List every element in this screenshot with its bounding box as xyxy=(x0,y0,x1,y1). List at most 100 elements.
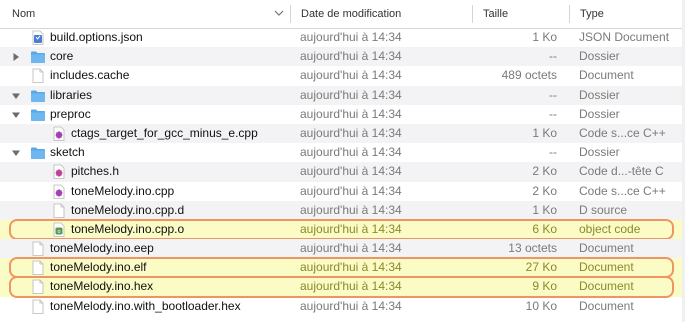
file-type: Document xyxy=(579,260,634,275)
file-date: aujourd'hui à 14:34 xyxy=(300,260,402,275)
file-size: -- xyxy=(549,49,557,64)
column-divider[interactable] xyxy=(290,5,291,23)
file-date: aujourd'hui à 14:34 xyxy=(300,145,402,160)
file-date: aujourd'hui à 14:34 xyxy=(300,30,402,44)
document-icon xyxy=(32,260,44,276)
file-type: Code s...ce C++ xyxy=(579,125,666,140)
file-type: Document xyxy=(579,68,634,83)
document-icon xyxy=(32,299,44,314)
disclosure-expanded-icon[interactable] xyxy=(11,91,21,101)
column-divider[interactable] xyxy=(569,5,570,23)
file-name: sketch xyxy=(50,145,85,160)
file-name: toneMelody.ino.hex xyxy=(50,279,154,294)
file-name: libraries xyxy=(50,87,93,102)
file-date: aujourd'hui à 14:34 xyxy=(300,164,402,179)
json-file-icon xyxy=(32,30,44,45)
file-date: aujourd'hui à 14:34 xyxy=(300,125,402,140)
file-row[interactable]: o toneMelody.ino.cpp.o aujourd'hui à 14:34… xyxy=(0,218,685,241)
file-size: 2 Ko xyxy=(532,183,557,198)
file-name: ctags_target_for_gcc_minus_e.cpp xyxy=(71,125,258,140)
file-row[interactable]: build.options.json aujourd'hui à 14:34 1 K… xyxy=(0,28,685,47)
file-date: aujourd'hui à 14:34 xyxy=(300,241,402,256)
file-type: Dossier xyxy=(579,106,620,121)
file-size: 1 Ko xyxy=(532,202,557,217)
file-row[interactable]: toneMelody.ino.cpp aujourd'hui à 14:34 2 K… xyxy=(0,182,685,201)
column-header-date[interactable]: Date de modification xyxy=(301,0,401,28)
file-size: -- xyxy=(549,145,557,160)
file-type: Dossier xyxy=(579,49,620,64)
file-date: aujourd'hui à 14:34 xyxy=(300,221,402,236)
disclosure-collapsed-icon[interactable] xyxy=(11,52,21,62)
file-type: D source xyxy=(579,202,628,217)
file-type: Dossier xyxy=(579,87,620,102)
file-name: toneMelody.ino.cpp xyxy=(71,183,175,198)
file-row[interactable]: toneMelody.ino.with_bootloader.hex aujour… xyxy=(0,297,685,316)
column-header-name[interactable]: Nom xyxy=(12,0,35,28)
file-size: 1 Ko xyxy=(532,125,557,140)
file-type: Document xyxy=(579,241,634,256)
file-type: JSON Document xyxy=(579,30,670,44)
object-file-icon: o xyxy=(53,222,65,237)
file-row[interactable]: toneMelody.ino.cpp.d aujourd'hui à 14:34 1… xyxy=(0,200,685,220)
file-name: pitches.h xyxy=(71,164,120,179)
file-type: Code s...ce C++ xyxy=(579,183,666,198)
file-row[interactable]: toneMelody.ino.elf aujourd'hui à 14:34 27 … xyxy=(0,257,685,279)
document-icon xyxy=(53,203,65,218)
file-size: 1 Ko xyxy=(532,30,557,44)
file-size: 489 octets xyxy=(501,68,557,83)
file-row[interactable]: core aujourd'hui à 14:34 -- Dossier xyxy=(0,47,685,67)
disclosure-expanded-icon[interactable] xyxy=(11,110,21,120)
folder-icon xyxy=(31,90,45,102)
file-size: 9 Ko xyxy=(532,279,557,294)
header-file-icon xyxy=(53,164,65,180)
file-row[interactable]: preproc aujourd'hui à 14:34 -- Dossier xyxy=(0,105,685,124)
disclosure-expanded-icon[interactable] xyxy=(11,148,21,158)
file-size: 2 Ko xyxy=(532,164,557,179)
file-list: build.options.json aujourd'hui à 14:34 1 K… xyxy=(0,28,685,316)
column-divider[interactable] xyxy=(472,5,473,23)
file-name: core xyxy=(50,49,74,64)
file-type: Document xyxy=(579,298,634,313)
sort-ascending-icon[interactable] xyxy=(274,8,284,18)
file-row[interactable]: toneMelody.ino.hex aujourd'hui à 14:34 9 K… xyxy=(0,276,685,298)
cpp-file-icon xyxy=(53,184,65,199)
file-size: 13 octets xyxy=(508,241,557,256)
file-type: Document xyxy=(579,279,634,294)
column-header-size[interactable]: Taille xyxy=(483,0,508,28)
folder-icon xyxy=(31,109,45,121)
file-size: 10 Ko xyxy=(525,298,557,313)
file-date: aujourd'hui à 14:34 xyxy=(300,279,402,294)
file-type: Code d...-tête C xyxy=(579,164,664,179)
document-icon xyxy=(32,241,44,256)
file-name: toneMelody.ino.with_bootloader.hex xyxy=(50,298,241,313)
file-name: toneMelody.ino.elf xyxy=(50,260,147,275)
file-row[interactable]: pitches.h aujourd'hui à 14:34 2 Ko Code d..… xyxy=(0,162,685,182)
file-name: toneMelody.ino.eep xyxy=(50,241,154,256)
file-row[interactable]: sketch aujourd'hui à 14:34 -- Dossier xyxy=(0,143,685,162)
column-header-type[interactable]: Type xyxy=(580,0,604,28)
file-name: toneMelody.ino.cpp.d xyxy=(71,202,185,217)
file-date: aujourd'hui à 14:34 xyxy=(300,298,402,313)
file-size: -- xyxy=(549,106,557,121)
file-date: aujourd'hui à 14:34 xyxy=(300,68,402,83)
file-date: aujourd'hui à 14:34 xyxy=(300,106,402,121)
file-type: object code xyxy=(579,221,641,236)
file-date: aujourd'hui à 14:34 xyxy=(300,183,402,198)
file-name: toneMelody.ino.cpp.o xyxy=(71,221,185,236)
file-row[interactable]: toneMelody.ino.eep aujourd'hui à 14:34 13 … xyxy=(0,239,685,259)
file-row[interactable]: ctags_target_for_gcc_minus_e.cpp aujourd'… xyxy=(0,123,685,144)
document-icon xyxy=(32,280,44,295)
file-size: -- xyxy=(549,87,557,102)
folder-icon xyxy=(31,147,45,160)
column-header-bar: Nom Date de modification Taille Type xyxy=(0,0,685,29)
file-date: aujourd'hui à 14:34 xyxy=(300,87,402,102)
cpp-file-icon xyxy=(53,126,65,141)
file-row[interactable]: libraries aujourd'hui à 14:34 -- Dossier xyxy=(0,85,685,105)
svg-text:o: o xyxy=(57,229,60,235)
file-name: includes.cache xyxy=(50,68,130,83)
file-type: Dossier xyxy=(579,145,620,160)
file-name: preproc xyxy=(50,106,91,121)
file-row[interactable]: includes.cache aujourd'hui à 14:34 489 oct… xyxy=(0,66,685,85)
file-size: 27 Ko xyxy=(525,260,557,275)
file-date: aujourd'hui à 14:34 xyxy=(300,202,402,217)
